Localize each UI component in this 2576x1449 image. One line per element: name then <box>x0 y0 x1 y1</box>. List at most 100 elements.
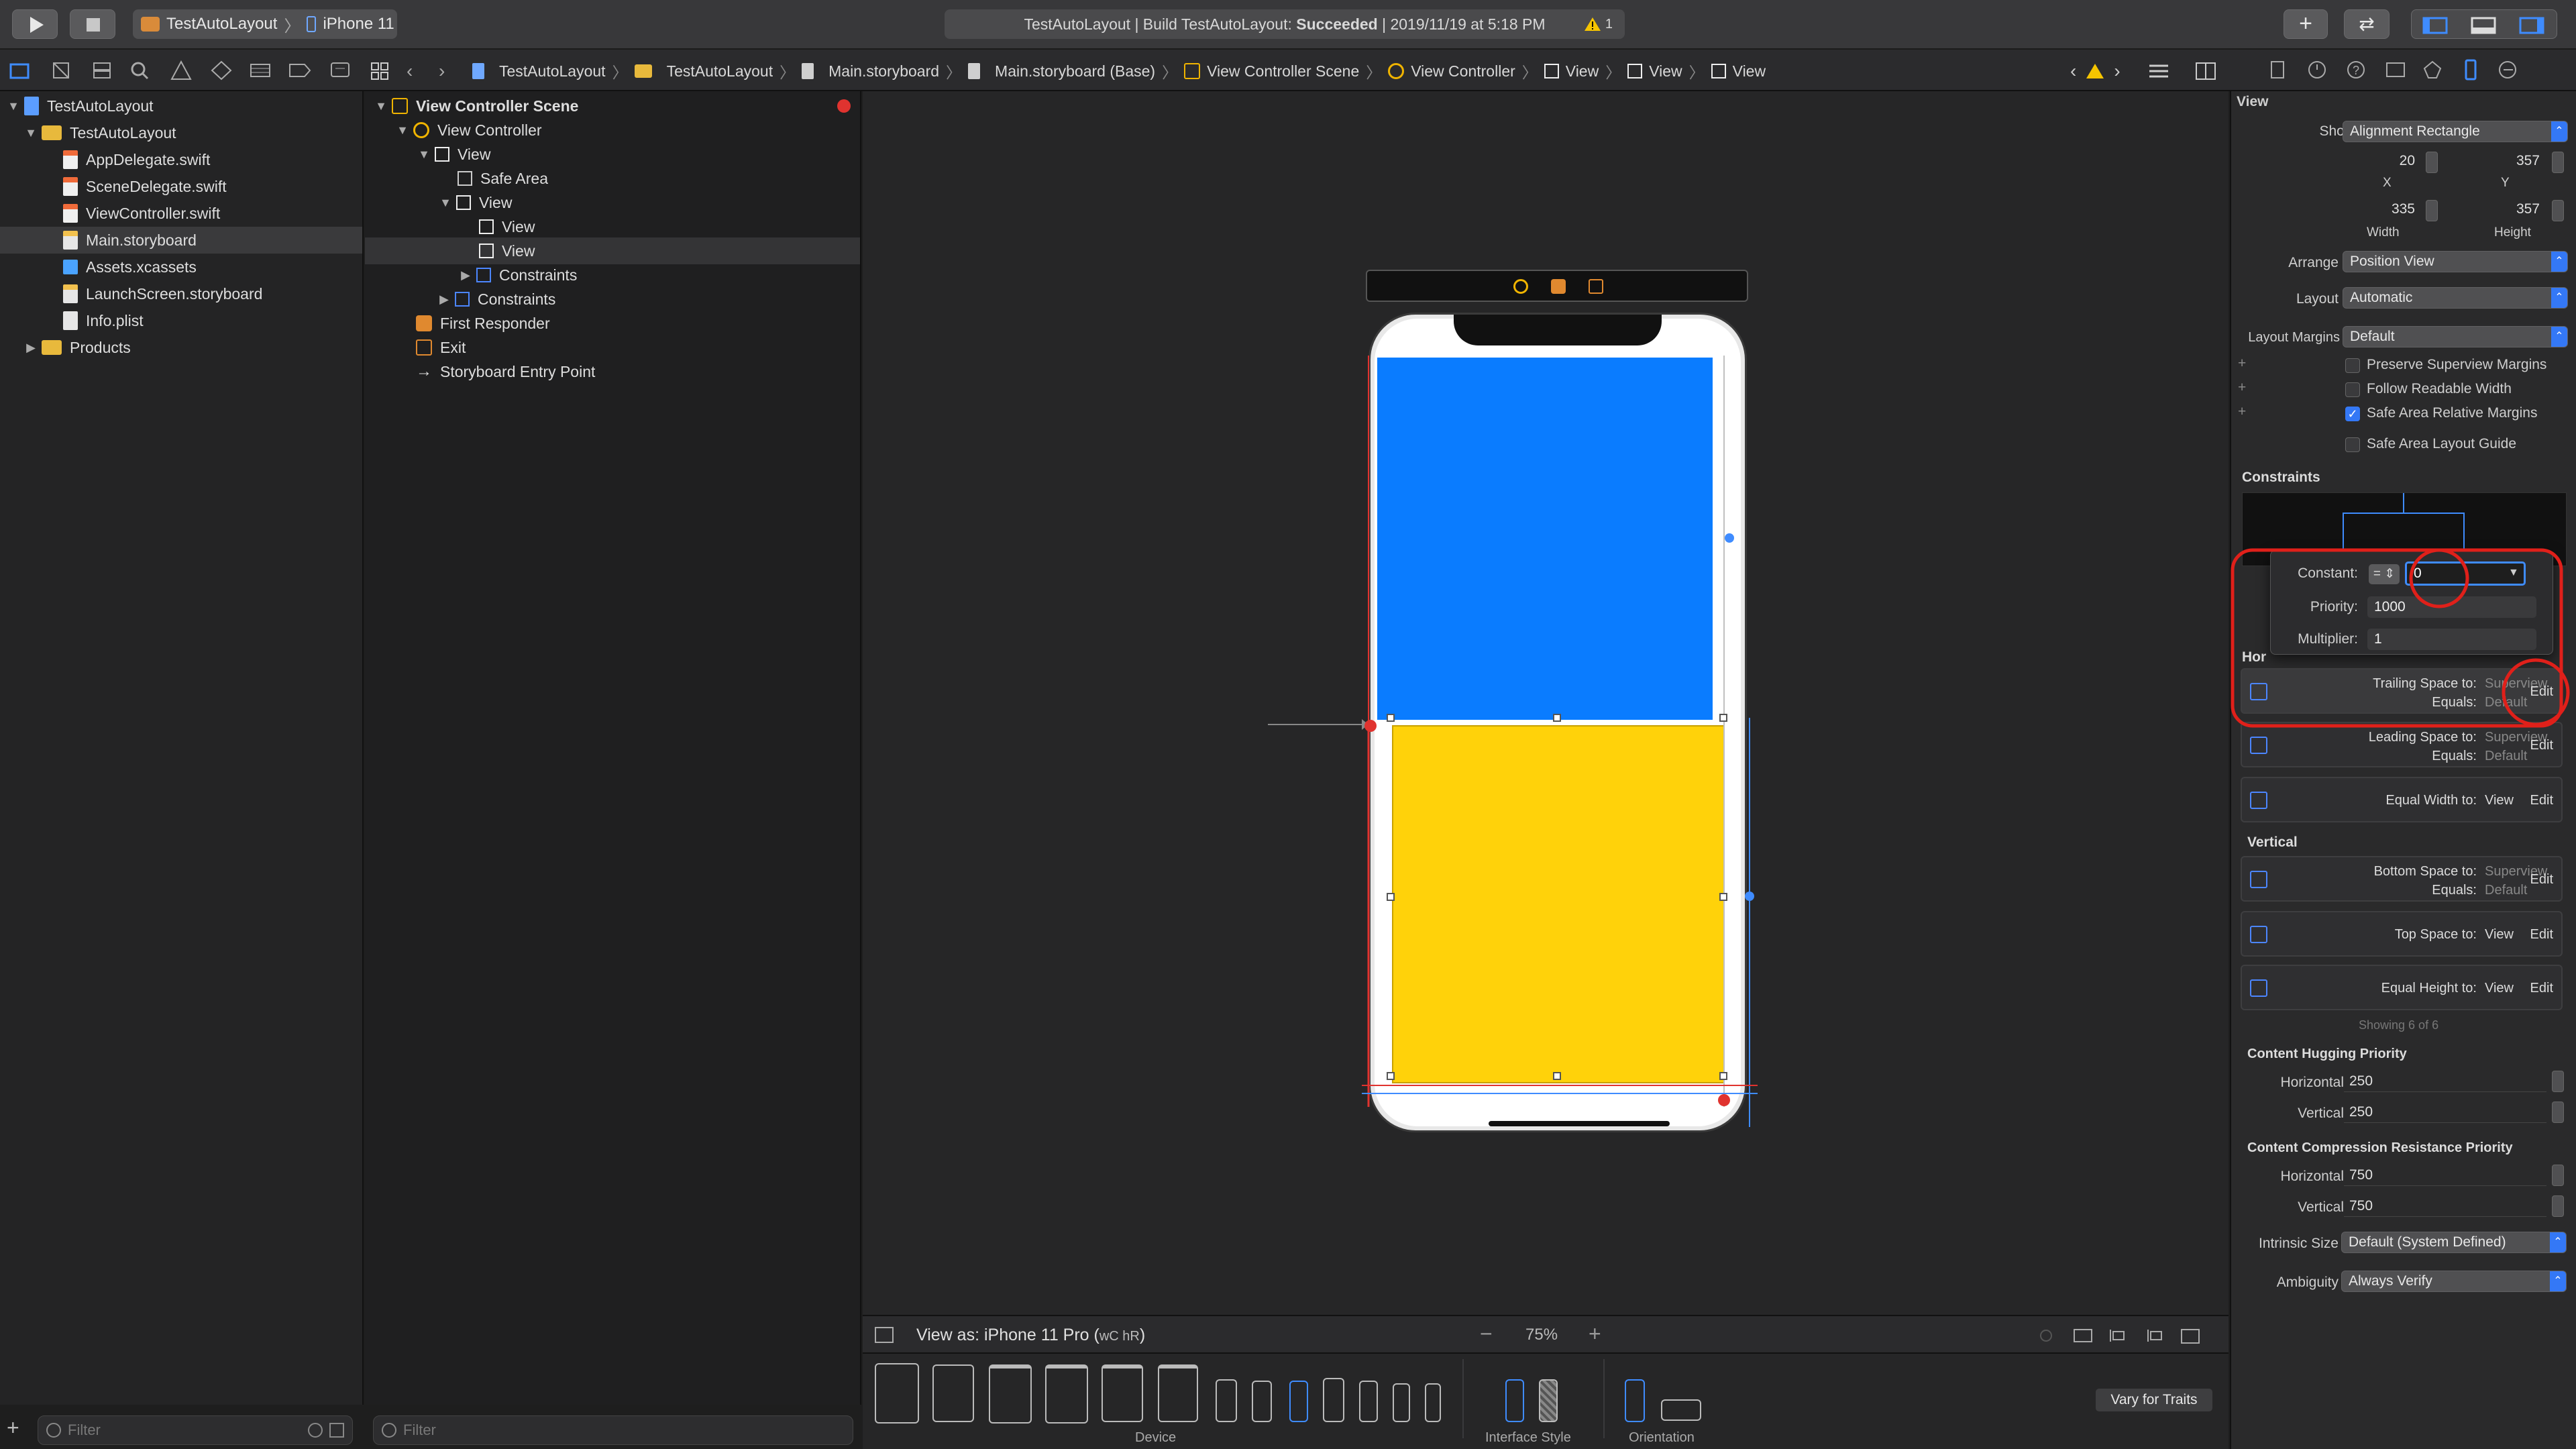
tree-item-folder[interactable]: ▶ Products <box>0 334 362 361</box>
x-stepper[interactable] <box>2426 152 2438 173</box>
device-option-iphone-se[interactable] <box>1393 1383 1410 1422</box>
disclosure-open-icon[interactable]: ▼ <box>7 99 20 113</box>
breakpoint-icon[interactable] <box>289 64 311 77</box>
history-inspector-icon[interactable] <box>2308 61 2326 78</box>
editor-options-icon[interactable] <box>2147 59 2171 83</box>
breadcrumb-item[interactable]: TestAutoLayout <box>667 62 773 80</box>
outline-item[interactable]: Safe Area <box>365 165 860 192</box>
device-option-ipad-9[interactable] <box>1158 1364 1198 1422</box>
outline-item[interactable]: Exit <box>365 334 860 361</box>
size-inspector-icon[interactable] <box>2465 59 2477 80</box>
disclosure-open-icon[interactable]: ▼ <box>417 148 431 162</box>
tree-item-file[interactable]: LaunchScreen.storyboard <box>0 280 362 307</box>
plus-icon[interactable]: + <box>2238 404 2246 420</box>
add-constraints-icon[interactable] <box>2147 1330 2162 1342</box>
first-responder-icon[interactable] <box>1551 279 1566 294</box>
tree-item-file[interactable]: ViewController.swift <box>0 200 362 227</box>
issue-icon[interactable] <box>170 60 192 80</box>
hugging-v-field[interactable]: 250 <box>2344 1102 2546 1123</box>
folder-icon[interactable] <box>9 63 30 79</box>
hugging-v-stepper[interactable] <box>2552 1102 2564 1123</box>
edit-button[interactable]: Edit <box>2530 927 2553 943</box>
breadcrumb-item[interactable]: View <box>1566 62 1599 80</box>
device-option-iphone-11-pro-max[interactable] <box>1216 1379 1237 1422</box>
recent-files-icon[interactable] <box>308 1423 323 1438</box>
intrinsic-popup[interactable]: Default (System Defined) <box>2341 1232 2567 1253</box>
layout-popup[interactable]: Automatic <box>2343 287 2568 309</box>
constraint-card[interactable]: Top Space to: View Edit <box>2241 911 2563 957</box>
warning-badge[interactable]: 1 <box>1584 16 1613 32</box>
breadcrumb-item[interactable]: View Controller Scene <box>1207 62 1359 80</box>
file-inspector-icon[interactable] <box>2271 61 2284 78</box>
constraint-card[interactable]: Equal Height to: View Edit <box>2241 965 2563 1010</box>
device-option-iphone-8[interactable] <box>1359 1381 1378 1422</box>
resize-handle[interactable] <box>1553 1072 1561 1080</box>
edit-button[interactable]: Edit <box>2530 738 2553 753</box>
plus-icon[interactable]: + <box>2238 356 2246 372</box>
disclosure-closed-icon[interactable]: ▶ <box>24 341 38 355</box>
tree-item-folder[interactable]: ▼ TestAutoLayout <box>0 119 362 146</box>
scm-filter-icon[interactable] <box>329 1423 344 1438</box>
report-icon[interactable] <box>331 62 350 77</box>
device-option-iphone-11-pro-selected[interactable] <box>1289 1381 1308 1422</box>
outline-item[interactable]: First Responder <box>365 310 860 337</box>
related-items-icon[interactable] <box>368 59 392 83</box>
y-field[interactable]: 357 <box>2459 153 2563 173</box>
test-icon[interactable] <box>211 60 232 80</box>
compression-h-field[interactable]: 750 <box>2344 1165 2546 1186</box>
disclosure-open-icon[interactable]: ▼ <box>24 126 38 140</box>
view-controller-icon[interactable] <box>1513 279 1528 294</box>
breadcrumb-item[interactable]: Main.storyboard <box>828 62 939 80</box>
height-field[interactable]: 357 <box>2459 201 2563 221</box>
outline-item[interactable]: View <box>365 213 860 240</box>
tree-item-file[interactable]: Info.plist <box>0 307 362 334</box>
device-option-ipad[interactable] <box>1045 1364 1088 1424</box>
device-option-ipad-air[interactable] <box>989 1364 1032 1424</box>
disclosure-closed-icon[interactable]: ▶ <box>459 268 472 282</box>
outline-toggle-icon[interactable] <box>875 1327 894 1343</box>
outline-item[interactable]: ▼ View <box>365 189 860 216</box>
disclosure-closed-icon[interactable]: ▶ <box>437 292 451 307</box>
device-option-ipad-mini[interactable] <box>1102 1364 1143 1422</box>
outline-item-selected[interactable]: View <box>365 237 860 264</box>
outline-item[interactable]: ▼ View <box>365 141 860 168</box>
code-review-button[interactable]: ⇄ <box>2344 9 2390 39</box>
portrait-option[interactable] <box>1625 1379 1645 1422</box>
symbol-icon[interactable] <box>93 62 111 78</box>
zoom-in-icon[interactable]: + <box>1589 1322 1601 1346</box>
compression-v-stepper[interactable] <box>2552 1195 2564 1217</box>
width-stepper[interactable] <box>2426 200 2438 221</box>
device-option-iphone-11[interactable] <box>1252 1381 1272 1422</box>
tree-item-file[interactable]: AppDelegate.swift <box>0 146 362 173</box>
breadcrumb-item[interactable]: View Controller <box>1411 62 1515 80</box>
compression-v-field[interactable]: 750 <box>2344 1195 2546 1217</box>
edit-button[interactable]: Edit <box>2530 981 2553 996</box>
next-issue-icon[interactable]: › <box>2114 60 2120 82</box>
back-arrow-icon[interactable]: ‹ <box>407 59 413 83</box>
resize-handle[interactable] <box>1553 714 1561 722</box>
heart-icon[interactable] <box>2040 1330 2052 1342</box>
connections-inspector-icon[interactable] <box>2499 61 2516 78</box>
plus-icon[interactable]: + <box>2238 380 2246 396</box>
identity-inspector-icon[interactable] <box>2386 62 2405 77</box>
resize-handle[interactable] <box>1719 714 1727 722</box>
hugging-h-stepper[interactable] <box>2552 1071 2564 1092</box>
show-popup[interactable]: Alignment Rectangle <box>2343 121 2568 142</box>
x-field[interactable]: 20 <box>2339 153 2438 173</box>
stop-button[interactable] <box>70 9 115 39</box>
height-stepper[interactable] <box>2552 200 2564 221</box>
error-badge-icon[interactable] <box>837 99 851 113</box>
search-icon[interactable] <box>131 62 149 80</box>
breadcrumb-item[interactable]: Main.storyboard (Base) <box>995 62 1155 80</box>
tree-item-file[interactable]: SceneDelegate.swift <box>0 173 362 200</box>
scheme-selector[interactable]: TestAutoLayout 〉 iPhone 11 <box>133 9 397 39</box>
forward-arrow-icon[interactable]: › <box>439 59 445 83</box>
width-field[interactable]: 335 <box>2339 201 2438 221</box>
zoom-level[interactable]: 75% <box>1525 1326 1558 1344</box>
device-option-ipad-pro-12[interactable] <box>875 1363 919 1424</box>
dark-appearance-option[interactable] <box>1539 1379 1558 1422</box>
view-as-label[interactable]: View as: iPhone 11 Pro (wC hR) <box>916 1326 1145 1345</box>
edit-button[interactable]: Edit <box>2530 872 2553 888</box>
outline-item[interactable]: ▼ View Controller <box>365 117 860 144</box>
compression-h-stepper[interactable] <box>2552 1165 2564 1186</box>
